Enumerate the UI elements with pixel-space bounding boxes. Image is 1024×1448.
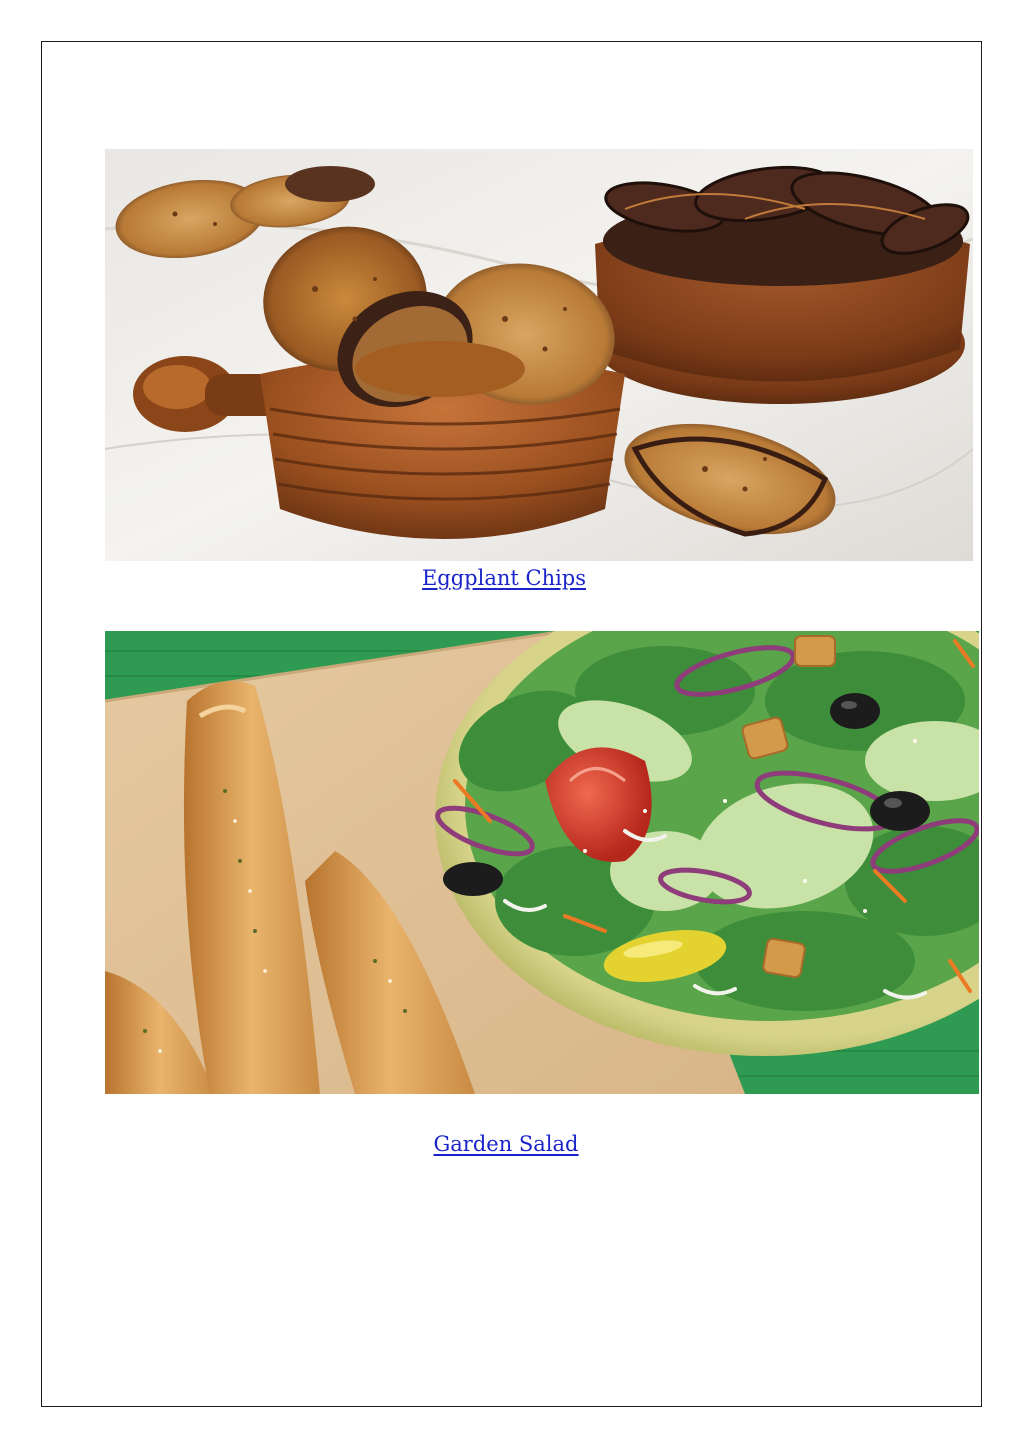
eggplant-chips-image — [105, 149, 973, 561]
garden-salad-link[interactable]: Garden Salad — [406, 1132, 606, 1156]
eggplant-chips-link[interactable]: Eggplant Chips — [404, 566, 604, 590]
garden-salad-image — [105, 631, 979, 1094]
